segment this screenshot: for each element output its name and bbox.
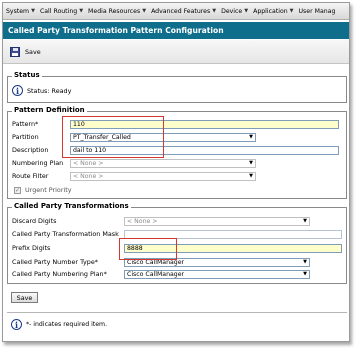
info-icon: i [12,85,23,96]
numbering-plan-select[interactable]: < None > ▼ [70,159,256,168]
window-frame: System ▼ Call Routing ▼ Media Resources ▼ A… [2,2,350,342]
menu-call-routing[interactable]: Call Routing ▼ [40,8,83,15]
menu-label: Device [221,7,243,15]
required-marker: * [94,258,98,266]
discard-digits-label: Discard Digits [12,217,57,225]
numbering-plan-transform-select[interactable]: Cisco CallManager ▼ [124,270,310,279]
called-party-transformations-section: Called Party Transformations Discard Dig… [7,202,347,284]
route-filter-row: Route Filter < None > ▼ [12,172,342,182]
menu-application[interactable]: Application ▼ [253,8,293,15]
numbering-plan-label: Numbering Plan [12,159,64,167]
dropdown-arrow-icon: ▼ [303,259,307,265]
number-type-value: Cisco CallManager [127,259,185,266]
menu-label: Media Resources [88,7,141,15]
toolbar-save-button[interactable]: Save [10,46,41,57]
menu-user-management[interactable]: User Manag [299,8,336,15]
caret-down-icon: ▼ [289,8,294,14]
dropdown-arrow-icon: ▼ [249,134,253,140]
numbering-plan-transform-row: Called Party Numbering Plan* Cisco CallM… [12,270,342,280]
caret-down-icon: ▼ [31,8,35,14]
numbering-plan-value: < None > [73,160,104,167]
status-heading: Status [12,71,42,79]
menu-system[interactable]: System ▼ [6,8,35,15]
menu-label: Call Routing [39,7,78,15]
menu-label: System [6,7,30,15]
caret-down-icon: ▼ [244,8,249,14]
numbering-plan-transform-label: Called Party Numbering Plan* [12,270,107,278]
urgent-priority-checkbox[interactable]: ✓ [14,186,21,194]
route-filter-label: Route Filter [12,172,49,180]
menu-bar: System ▼ Call Routing ▼ Media Resources ▼ A… [3,3,349,20]
transformation-mask-label: Called Party Transformation Mask [12,230,119,238]
required-note-text: *- indicates required item. [26,321,108,328]
discard-digits-row: Discard Digits < None > ▼ [12,217,342,227]
required-note: i *- indicates required item. [11,319,107,330]
toolbar-save-label: Save [25,47,41,56]
dropdown-arrow-icon: ▼ [303,271,307,277]
numbering-plan-row: Numbering Plan < None > ▼ [12,159,342,169]
number-type-label: Called Party Number Type* [12,258,98,266]
status-row: i Status: Ready [12,85,71,96]
pattern-definition-section: Pattern Definition Pattern* 110 Partitio… [7,106,347,199]
urgent-priority-row: ✓ Urgent Priority [14,186,72,194]
prefix-digits-label: Prefix Digits [12,244,51,252]
number-type-row: Called Party Number Type* Cisco CallMana… [12,258,342,268]
numbering-plan-transform-value: Cisco CallManager [127,271,185,278]
pattern-label: Pattern* [12,120,39,128]
status-section: Status i Status: Ready [7,71,347,103]
transformations-heading: Called Party Transformations [12,202,131,210]
discard-digits-value: < None > [127,218,158,225]
prefix-digits-row: Prefix Digits 8888 [12,244,342,254]
dropdown-arrow-icon: ▼ [303,218,307,224]
route-filter-value: < None > [73,173,104,180]
annotation-highlight-box [119,238,177,260]
annotation-highlight-box [62,116,164,158]
caret-down-icon: ▼ [212,8,217,14]
urgent-priority-label: Urgent Priority [25,186,72,194]
menu-advanced-features[interactable]: Advanced Features ▼ [151,8,216,15]
required-marker: * [103,270,107,278]
menu-label: Application [253,7,288,15]
toolbar: Save [3,40,349,64]
save-button[interactable]: Save [11,292,38,303]
transformation-mask-row: Called Party Transformation Mask [12,230,342,240]
discard-digits-select[interactable]: < None > ▼ [124,217,310,226]
route-filter-select[interactable]: < None > ▼ [70,172,256,181]
floppy-disk-icon [10,46,20,57]
dropdown-arrow-icon: ▼ [249,173,253,179]
page-title: Called Party Transformation Pattern Conf… [3,22,349,39]
menu-label: Advanced Features [151,7,211,15]
status-text: Status: Ready [27,86,72,95]
caret-down-icon: ▼ [142,8,147,14]
menu-label: User Manag [298,7,336,15]
dropdown-arrow-icon: ▼ [249,160,253,166]
menu-media-resources[interactable]: Media Resources ▼ [88,8,146,15]
partition-label: Partition [12,133,39,141]
required-marker: * [35,120,39,128]
pattern-definition-heading: Pattern Definition [12,106,87,114]
description-label: Description [12,146,49,154]
caret-down-icon: ▼ [79,8,84,14]
menu-device[interactable]: Device ▼ [221,8,248,15]
info-icon: i [11,319,22,330]
